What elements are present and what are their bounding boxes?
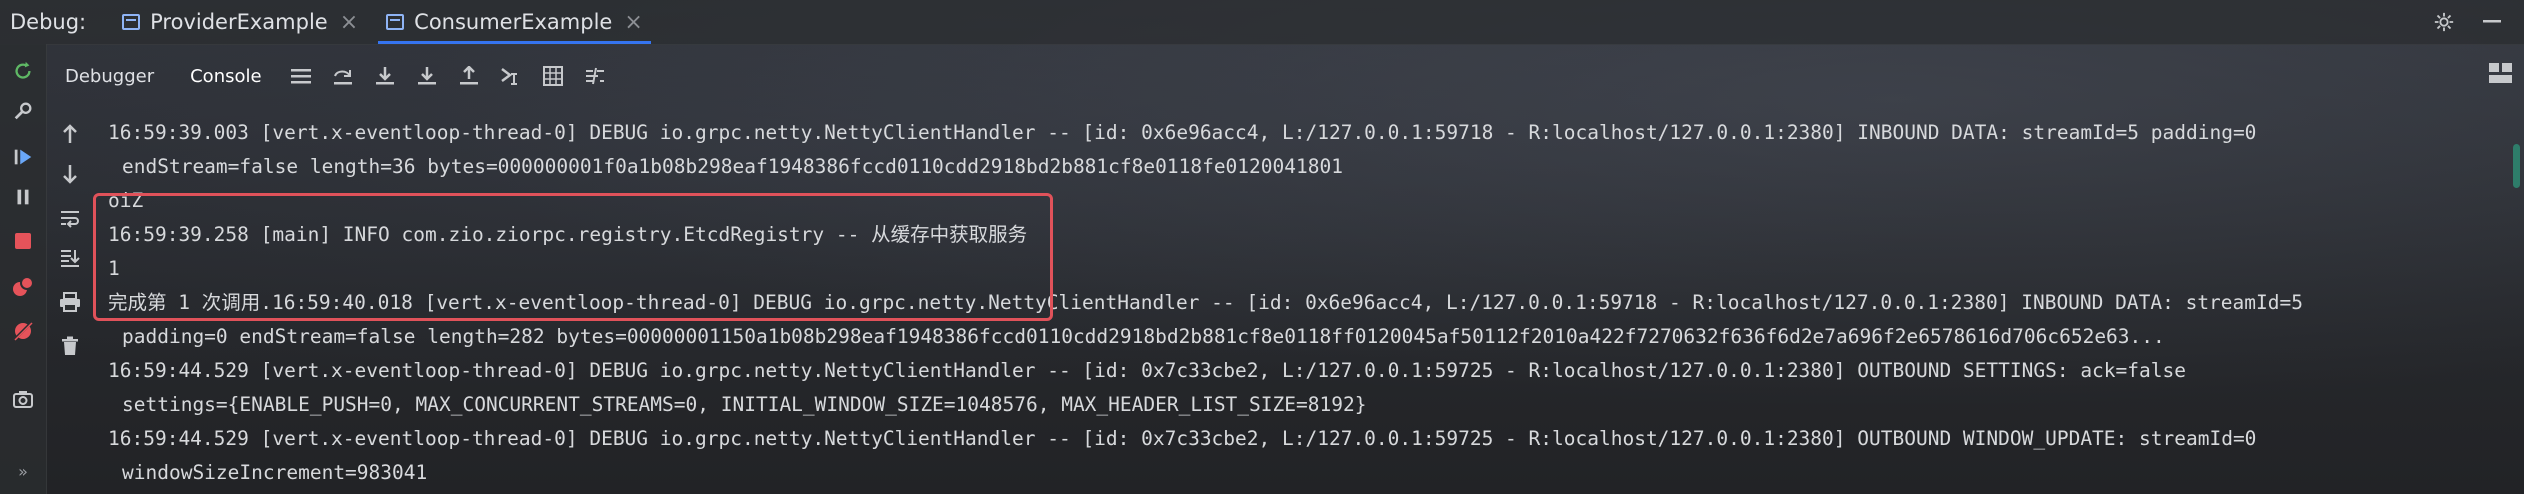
step-over-icon[interactable]	[322, 56, 364, 96]
tab-label: ProviderExample	[150, 10, 328, 34]
debug-label: Debug:	[10, 10, 87, 34]
tab-console[interactable]: Console	[190, 66, 261, 87]
stop-icon[interactable]	[6, 224, 40, 258]
close-icon[interactable]: ×	[624, 10, 642, 35]
console-line: padding=0 endStream=false length=282 byt…	[122, 325, 2165, 348]
trace-icon[interactable]	[574, 56, 616, 96]
force-step-into-icon[interactable]	[406, 56, 448, 96]
scroll-to-end-icon[interactable]	[53, 242, 87, 274]
camera-icon[interactable]	[6, 382, 40, 416]
down-arrow-icon[interactable]	[53, 158, 87, 190]
up-arrow-icon[interactable]	[53, 118, 87, 150]
tab-debugger[interactable]: Debugger	[65, 66, 154, 87]
soft-wrap-icon[interactable]	[53, 202, 87, 234]
debug-left-toolbar: »	[0, 44, 47, 494]
console-line: 16:59:44.529 [vert.x-eventloop-thread-0]…	[108, 427, 2257, 450]
run-config-icon	[122, 14, 141, 30]
layout-icon[interactable]	[2488, 62, 2514, 86]
settings-wrench-icon[interactable]	[6, 94, 40, 128]
run-config-icon	[386, 14, 405, 30]
close-icon[interactable]: ×	[340, 10, 358, 35]
tab-provider-example[interactable]: ProviderExample ×	[108, 0, 372, 44]
console-line: 16:59:39.003 [vert.x-eventloop-thread-0]…	[108, 121, 2257, 144]
tab-consumer-example[interactable]: ConsumerExample ×	[372, 0, 657, 44]
evaluate-icon[interactable]	[532, 56, 574, 96]
run-to-cursor-icon[interactable]	[490, 56, 532, 96]
highlight-annotation-box	[93, 193, 1053, 321]
console-line: settings={ENABLE_PUSH=0, MAX_CONCURRENT_…	[122, 393, 1367, 416]
gear-icon[interactable]	[2428, 6, 2460, 38]
console-side-toolbar	[47, 110, 93, 494]
debug-tool-window: Debug: ProviderExample × ConsumerExample…	[0, 0, 2524, 494]
view-breakpoints-icon[interactable]	[6, 270, 40, 304]
more-icon[interactable]: »	[6, 454, 40, 488]
console-line: endStream=false length=36 bytes=00000000…	[122, 155, 1343, 178]
step-into-icon[interactable]	[364, 56, 406, 96]
resume-icon[interactable]	[6, 140, 40, 174]
debug-top-bar: Debug: ProviderExample × ConsumerExample…	[0, 0, 2524, 45]
console-line: 16:59:44.529 [vert.x-eventloop-thread-0]…	[108, 359, 2186, 382]
step-out-icon[interactable]	[448, 56, 490, 96]
trash-icon[interactable]	[53, 330, 87, 362]
minimize-icon[interactable]	[2476, 6, 2508, 38]
menu-icon[interactable]	[280, 56, 322, 96]
console-line: windowSizeIncrement=983041	[122, 461, 428, 484]
tab-label: ConsumerExample	[414, 10, 613, 34]
debugger-console-toolbar: Debugger Console	[47, 56, 616, 96]
scrollbar-thumb[interactable]	[2513, 144, 2520, 188]
top-right-actions	[2428, 0, 2524, 44]
pause-icon[interactable]	[6, 180, 40, 214]
print-icon[interactable]	[53, 286, 87, 318]
mute-breakpoints-icon[interactable]	[6, 314, 40, 348]
rerun-icon[interactable]	[6, 54, 40, 88]
